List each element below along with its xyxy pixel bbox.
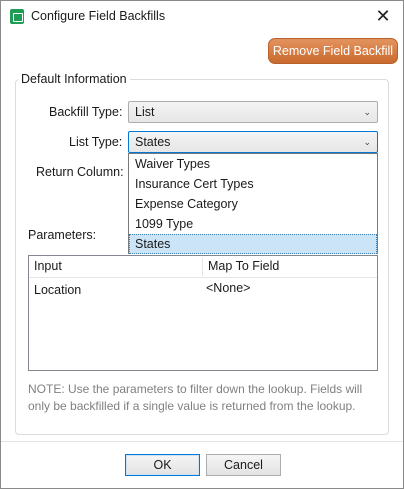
chevron-down-icon: ⌄: [363, 137, 371, 147]
return-column-label: Return Column:: [36, 165, 124, 179]
remove-field-backfill-button[interactable]: Remove Field Backfill: [268, 38, 398, 64]
footer-divider: [1, 441, 403, 442]
ok-button[interactable]: OK: [125, 454, 200, 476]
parameters-note: NOTE: Use the parameters to filter down …: [28, 382, 363, 413]
app-icon: [10, 9, 24, 24]
title-bar: Configure Field Backfills ✕: [1, 1, 403, 32]
backfill-type-combobox[interactable]: List ⌄: [128, 101, 378, 123]
group-title: Default Information: [18, 72, 130, 86]
column-header-map-to-field[interactable]: Map To Field: [203, 256, 279, 278]
column-header-input[interactable]: Input: [29, 256, 62, 278]
dropdown-item-selected[interactable]: States: [129, 234, 377, 254]
row-map-to-cell[interactable]: <None>: [206, 281, 250, 295]
dialog-window: Configure Field Backfills ✕ Remove Field…: [0, 0, 404, 489]
dropdown-item[interactable]: Expense Category: [129, 194, 377, 214]
list-type-combobox[interactable]: States ⌄: [128, 131, 378, 153]
backfill-type-value: List: [135, 105, 155, 119]
parameters-label: Parameters:: [28, 228, 97, 242]
backfill-type-label: Backfill Type:: [49, 105, 123, 119]
chevron-down-icon: ⌄: [363, 107, 371, 117]
row-input-cell: Location: [34, 283, 82, 297]
parameters-grid[interactable]: Input Map To Field Location <None>: [28, 255, 378, 371]
grid-header: Input Map To Field: [29, 256, 377, 278]
dropdown-item[interactable]: Waiver Types: [129, 154, 377, 174]
list-type-label: List Type:: [69, 135, 123, 149]
list-type-value: States: [135, 135, 171, 149]
window-title: Configure Field Backfills: [31, 9, 166, 23]
dropdown-item[interactable]: 1099 Type: [129, 214, 377, 234]
cancel-button[interactable]: Cancel: [206, 454, 281, 476]
close-icon[interactable]: ✕: [369, 5, 397, 27]
list-type-dropdown[interactable]: Waiver Types Insurance Cert Types Expens…: [128, 153, 378, 254]
dropdown-item[interactable]: Insurance Cert Types: [129, 174, 377, 194]
